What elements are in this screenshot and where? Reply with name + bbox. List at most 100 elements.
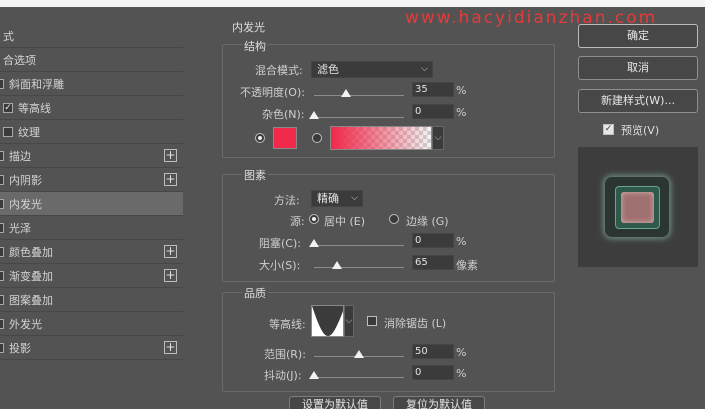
blend-mode-value: 滤色: [317, 63, 339, 76]
antialias-label: 消除锯齿 (L): [384, 317, 447, 330]
preview-label: 预览(V): [621, 124, 660, 137]
noise-slider-track[interactable]: [314, 117, 404, 118]
source-label: 源:: [290, 215, 305, 228]
method-select[interactable]: 精确 ⌵: [311, 190, 363, 207]
style-checkbox[interactable]: [0, 270, 4, 281]
opacity-label: 不透明度(O):: [240, 86, 305, 99]
style-list-label: 光泽: [9, 221, 31, 235]
glow-gradient-swatch[interactable]: [330, 126, 432, 150]
style-checkbox[interactable]: ✓: [3, 102, 13, 113]
choke-slider-thumb[interactable]: [309, 239, 319, 247]
blend-mode-select[interactable]: 滤色 ⌵: [311, 61, 433, 78]
style-list-label: 投影: [9, 341, 31, 355]
style-checkbox[interactable]: [0, 198, 4, 209]
style-list-label: 纹理: [18, 125, 40, 139]
style-list-item[interactable]: 投影 +: [0, 336, 183, 360]
style-checkbox[interactable]: [0, 246, 4, 257]
top-edge: [0, 0, 705, 7]
style-list-label: 图案叠加: [9, 293, 53, 307]
add-style-plus-icon[interactable]: +: [164, 245, 177, 258]
style-list-label: 颜色叠加: [9, 245, 53, 259]
jitter-slider-thumb[interactable]: [309, 371, 319, 379]
glow-color-swatch[interactable]: [273, 127, 297, 149]
blend-mode-label: 混合模式:: [255, 64, 303, 77]
style-list-item[interactable]: 合选项: [0, 48, 183, 72]
contour-preview[interactable]: [311, 305, 344, 337]
style-list-label: 渐变叠加: [9, 269, 53, 283]
range-input[interactable]: 50: [412, 344, 454, 359]
noise-input[interactable]: 0: [412, 104, 454, 119]
noise-unit: %: [456, 106, 467, 119]
style-list-item[interactable]: 内阴影 +: [0, 168, 183, 192]
style-list-item[interactable]: 渐变叠加 +: [0, 264, 183, 288]
style-list-label: 等高线: [18, 101, 51, 115]
size-slider-track[interactable]: [314, 267, 404, 268]
ok-button[interactable]: 确定: [578, 24, 698, 48]
style-list-item[interactable]: 描边 +: [0, 144, 183, 168]
add-style-plus-icon[interactable]: +: [164, 173, 177, 186]
size-input[interactable]: 65: [412, 255, 454, 270]
style-list-item[interactable]: 外发光: [0, 312, 183, 336]
size-slider-thumb[interactable]: [332, 261, 343, 269]
antialias-checkbox[interactable]: [367, 316, 377, 326]
noise-slider-thumb[interactable]: [309, 111, 319, 119]
style-checkbox[interactable]: [0, 318, 4, 329]
style-checkbox[interactable]: [0, 342, 4, 353]
preview-checkbox[interactable]: ✓: [603, 124, 614, 135]
style-list-item[interactable]: 光泽: [0, 216, 183, 240]
section-title: 内发光: [232, 21, 265, 34]
style-list-item[interactable]: 式: [0, 24, 183, 48]
gradient-dropdown-chevron-icon[interactable]: ⌵: [432, 126, 444, 150]
method-label: 方法:: [274, 194, 300, 207]
opacity-input[interactable]: 35: [412, 82, 454, 97]
set-default-button[interactable]: 设置为默认值: [289, 396, 381, 409]
jitter-unit: %: [456, 367, 467, 380]
style-list-item[interactable]: 纹理: [0, 120, 183, 144]
gradient-radio[interactable]: [312, 133, 322, 143]
style-list-label: 描边: [9, 149, 31, 163]
range-slider-thumb[interactable]: [354, 350, 364, 358]
add-style-plus-icon[interactable]: +: [164, 269, 177, 282]
style-list-item[interactable]: 颜色叠加 +: [0, 240, 183, 264]
style-list-item[interactable]: 斜面和浮雕: [0, 72, 183, 96]
new-style-button[interactable]: 新建样式(W)...: [578, 89, 698, 113]
source-center-radio[interactable]: [309, 214, 319, 224]
style-list-item[interactable]: 图案叠加: [0, 288, 183, 312]
jitter-slider-track[interactable]: [314, 377, 404, 378]
contour-dropdown-chevron-icon[interactable]: ⌵: [344, 305, 354, 337]
preview-inner-square: [621, 192, 654, 223]
style-list-label: 内发光: [9, 197, 42, 211]
opacity-slider-track[interactable]: [314, 95, 404, 96]
range-label: 范围(R):: [264, 348, 306, 361]
opacity-slider-thumb[interactable]: [340, 89, 351, 97]
style-list-label: 内阴影: [9, 173, 42, 187]
elements-title: 图素: [242, 167, 268, 183]
style-list-label: 合选项: [3, 53, 36, 67]
source-edge-radio[interactable]: [389, 214, 399, 224]
style-checkbox[interactable]: [0, 78, 4, 89]
choke-input[interactable]: 0: [412, 233, 454, 248]
style-checkbox[interactable]: [0, 150, 4, 161]
noise-label: 杂色(N):: [262, 108, 305, 121]
size-label: 大小(S):: [259, 259, 301, 272]
style-checkbox[interactable]: [3, 126, 13, 137]
contour-curve-icon: [312, 306, 343, 336]
add-style-plus-icon[interactable]: +: [164, 149, 177, 162]
style-list-item[interactable]: 内发光: [0, 192, 183, 216]
style-checkbox[interactable]: [0, 174, 4, 185]
cancel-button[interactable]: 取消: [578, 56, 698, 80]
solid-color-radio[interactable]: [255, 133, 265, 143]
choke-slider-track[interactable]: [314, 245, 404, 246]
style-list-item[interactable]: ✓ 等高线: [0, 96, 183, 120]
style-checkbox[interactable]: [0, 294, 4, 305]
chevron-down-icon: ⌵: [351, 193, 358, 203]
method-value: 精确: [317, 192, 339, 205]
size-unit: 像素: [456, 259, 478, 272]
jitter-input[interactable]: 0: [412, 365, 454, 380]
chevron-down-icon: ⌵: [421, 64, 428, 74]
opacity-unit: %: [456, 84, 467, 97]
style-checkbox[interactable]: [0, 222, 4, 233]
reset-default-button[interactable]: 复位为默认值: [393, 396, 485, 409]
add-style-plus-icon[interactable]: +: [164, 341, 177, 354]
quality-title: 品质: [242, 285, 268, 301]
